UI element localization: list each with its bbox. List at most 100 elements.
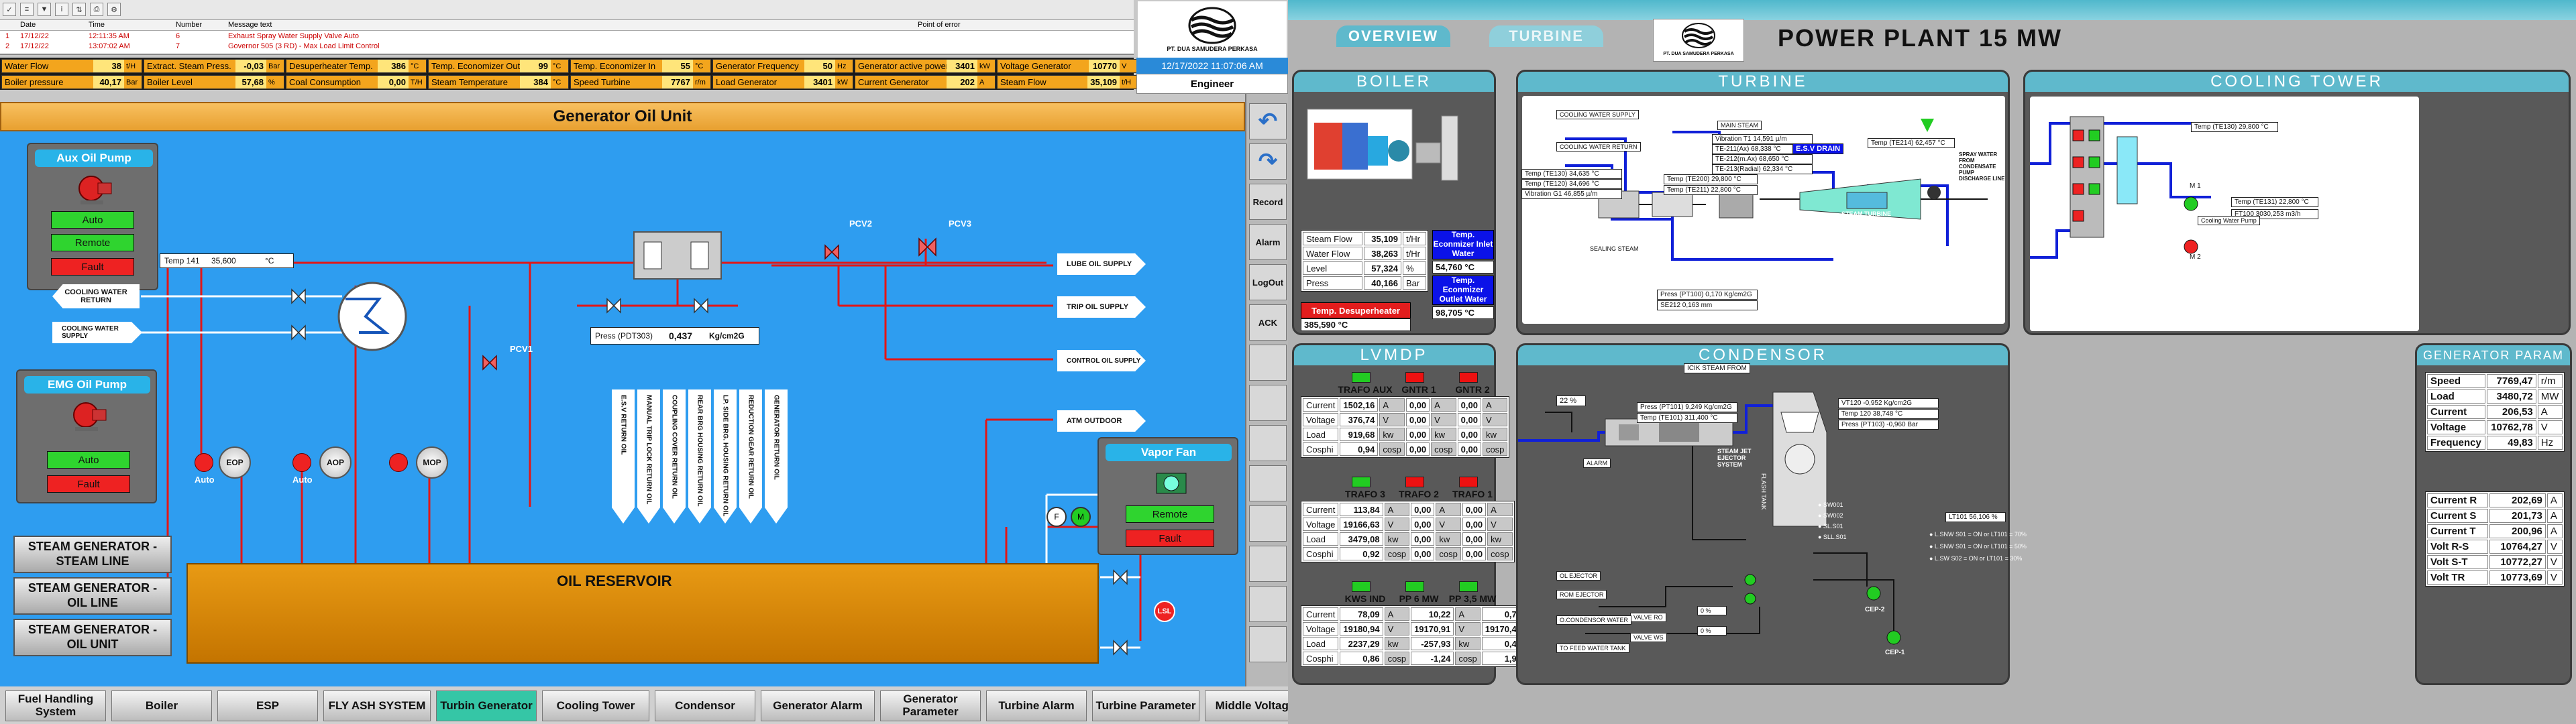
company-logo-box: PT. DUA SAMUDERA PERKASA [1653, 19, 1744, 62]
vapor-fault-indicator: Fault [1126, 530, 1214, 547]
lvmdp-label: Current [1303, 398, 1339, 412]
pump-icon [78, 176, 112, 204]
flash-tank-label: FLASH TANK [1760, 473, 1767, 510]
value-number: 40,17 [93, 76, 124, 88]
lvmdp-value: 0,00 [1462, 518, 1487, 531]
alarm-sort-icon[interactable]: ⇅ [72, 3, 86, 16]
lvmdp-value: 0,00 [1405, 442, 1430, 456]
press-value: 0,437 [669, 330, 693, 341]
nav-button[interactable]: Condensor [655, 690, 755, 721]
sidebar-empty-button[interactable] [1249, 505, 1287, 542]
line-label: ROM EJECTOR [1556, 590, 1607, 599]
aux-remote-button[interactable]: Remote [51, 234, 134, 251]
steam-gen-oil-line-button[interactable]: STEAM GENERATOR - OIL LINE [13, 577, 172, 615]
lvmdp-unit: A [1379, 398, 1405, 412]
alarm-date: 17/12/22 [20, 42, 49, 50]
lvmdp-unit: cosp [1384, 652, 1410, 665]
return-oil-tag: E.S.V RETURN OIL [612, 389, 635, 524]
value-cell: Temp. Economizer In 55 °C [570, 59, 711, 73]
aop-auto-label: Auto [292, 475, 313, 485]
lvmdp-value: 19166,63 [1340, 518, 1383, 531]
sidebar-empty-button[interactable] [1249, 626, 1287, 662]
cooling-pump-label: Cooling Water Pump [2198, 216, 2260, 225]
alarm-button[interactable]: Alarm [1249, 224, 1287, 260]
value-unit: t/H [1122, 78, 1132, 86]
desuperheater-label: Temp. Desuperheater [1301, 302, 1411, 318]
vt-row: Temp 120 38,748 °C [1838, 409, 1939, 419]
alarm-idx: 2 [5, 42, 10, 50]
alarm-row[interactable]: 2 17/12/22 13:07:02 AM 7 Governor 505 (3… [0, 42, 1134, 52]
lvmdp-value: 376,74 [1340, 413, 1379, 426]
temp-te211: Temp (TE211) 22,800 °C [1664, 185, 1758, 195]
sidebar-empty-button[interactable] [1249, 546, 1287, 582]
alarm-list-icon[interactable]: ≡ [20, 3, 34, 16]
lvmdp-unit: kw [1436, 532, 1461, 546]
mop-pump[interactable]: MOP [416, 446, 448, 479]
genparam-unit: Hz [2537, 436, 2563, 450]
redo-icon[interactable]: ↷ [1249, 143, 1287, 180]
sidebar-empty-button[interactable] [1249, 586, 1287, 622]
temp-label: Temp 141 [164, 256, 200, 265]
tab-overview[interactable]: OVERVIEW [1336, 25, 1450, 47]
nav-button[interactable]: Generator Parameter [880, 690, 981, 721]
record-button[interactable]: Record [1249, 184, 1287, 220]
emg-auto-button[interactable]: Auto [47, 451, 130, 469]
alarm-info-icon[interactable]: i [55, 3, 68, 16]
genparam-row: Volt R-S 10764,27 V [2427, 540, 2563, 554]
lvmdp-unit: A [1455, 607, 1481, 621]
pcv2-label: PCV2 [849, 219, 872, 229]
esv-drain-label: E.S.V DRAIN [1792, 143, 1844, 154]
lvmdp-row: Voltage19180,94V19170,91V19170,40V [1303, 622, 1552, 636]
nav-button[interactable]: Boiler [111, 690, 212, 721]
genparam-value: 10773,69 [2489, 570, 2546, 585]
steam-gen-steam-line-button[interactable]: STEAM GENERATOR - STEAM LINE [13, 536, 172, 573]
value-cell: Generator Frequency 50 Hz [712, 59, 853, 73]
line-label: TO FEED WATER TANK [1556, 644, 1629, 653]
alarm-date: 17/12/22 [20, 32, 49, 40]
tab-turbine[interactable]: TURBINE [1489, 25, 1603, 47]
sidebar-empty-button[interactable] [1249, 425, 1287, 461]
lvmdp-unit: A [1431, 398, 1456, 412]
nav-button[interactable]: ESP [217, 690, 318, 721]
steam-gen-oil-unit-button[interactable]: STEAM GENERATOR - OIL UNIT [13, 619, 172, 656]
valve-ro-label: VALVE RO [1630, 613, 1666, 622]
return-oil-tag: LP. SIDE BRG. HOUSING RETURN OIL [714, 389, 737, 524]
press-pt101: Press (PT101) 9,249 Kg/cm2G [1637, 402, 1737, 412]
value-number: 10770 [1089, 60, 1120, 72]
lvmdp-unit: cosp [1487, 547, 1513, 560]
vapor-remote-button[interactable]: Remote [1126, 505, 1214, 523]
alarm-settings-icon[interactable]: ⚙ [107, 3, 121, 16]
aux-auto-button[interactable]: Auto [51, 211, 134, 229]
nav-button[interactable]: Generator Alarm [761, 690, 875, 721]
nav-button[interactable]: Turbine Alarm [986, 690, 1087, 721]
nav-button[interactable]: Cooling Tower [542, 690, 649, 721]
user-display[interactable]: Engineer [1136, 74, 1288, 94]
status-led [1459, 477, 1478, 487]
sidebar-empty-button[interactable] [1249, 385, 1287, 421]
aop-pump[interactable]: AOP [319, 446, 352, 479]
row-unit: t/Hr [1403, 232, 1426, 245]
logout-button[interactable]: LogOut [1249, 264, 1287, 300]
nav-button[interactable]: FLY ASH SYSTEM [323, 690, 431, 721]
boiler-panel: BOILER Steam Flow 35,109 t/Hr Water Flow 38,… [1292, 70, 1496, 335]
eop-pump[interactable]: EOP [219, 446, 251, 479]
row-value: 38,263 [1363, 247, 1402, 260]
ack-button[interactable]: ACK [1249, 304, 1287, 341]
lvmdp-row: Load2237,29kw-257,93kw0,40kw [1303, 637, 1552, 650]
sidebar-empty-button[interactable] [1249, 465, 1287, 501]
nav-button[interactable]: Fuel Handling System [5, 690, 106, 721]
alarm-filter-icon[interactable]: ▼ [38, 3, 51, 16]
press-label: Press (PDT303) [595, 331, 653, 341]
temp-te101: Temp (TE101) 311,400 °C [1637, 413, 1737, 423]
nav-button[interactable]: Turbin Generator [436, 690, 537, 721]
lvmdp-unit: cosp [1455, 652, 1481, 665]
alarm-row[interactable]: 1 17/12/22 12:11:35 AM 6 Exhaust Spray W… [0, 32, 1134, 42]
alarm-ack-icon[interactable]: ✓ [3, 3, 16, 16]
emg-oil-pump-title: EMG Oil Pump [24, 376, 150, 394]
nav-button[interactable]: Turbine Parameter [1092, 690, 1199, 721]
status-led [1405, 372, 1424, 383]
sidebar-empty-button[interactable] [1249, 345, 1287, 381]
company-name: PT. DUA SAMUDERA PERKASA [1167, 46, 1258, 52]
undo-icon[interactable]: ↶ [1249, 103, 1287, 139]
alarm-print-icon[interactable]: ⎙ [90, 3, 103, 16]
